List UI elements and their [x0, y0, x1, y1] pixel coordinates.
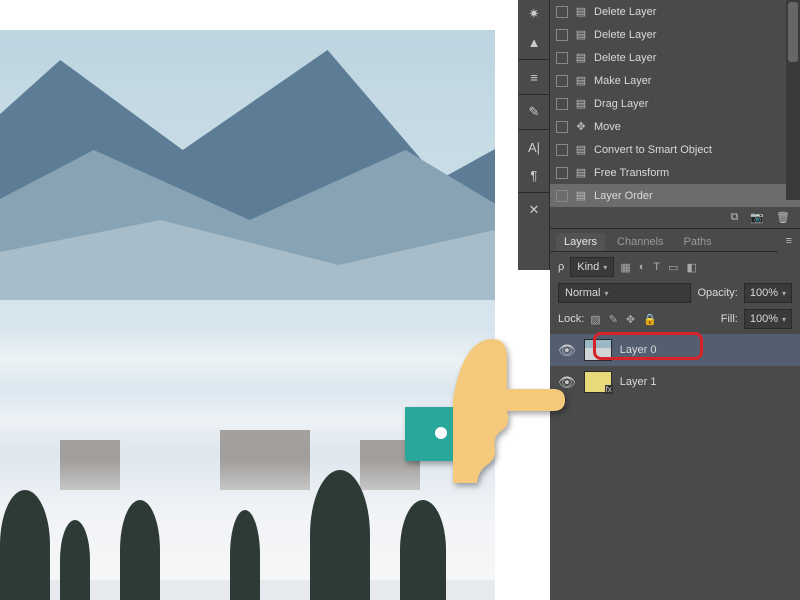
history-item-label: Make Layer — [594, 75, 794, 87]
lock-transparent-icon[interactable]: ▨ — [590, 313, 600, 326]
filter-smart-icon[interactable]: ◧ — [687, 261, 697, 274]
opacity-field[interactable]: 100%▾ — [744, 283, 792, 303]
history-item-label: Free Transform — [594, 167, 794, 179]
history-item-label: Move — [594, 121, 794, 133]
tool-icon[interactable]: ✕ — [518, 196, 550, 224]
document-canvas[interactable] — [0, 30, 495, 600]
lock-pixels-icon[interactable]: ✎ — [609, 313, 618, 326]
fill-label: Fill: — [721, 313, 738, 325]
history-toggle[interactable] — [556, 52, 568, 64]
history-toggle[interactable] — [556, 144, 568, 156]
history-item[interactable]: ▤ Free Transform — [550, 161, 800, 184]
new-doc-icon[interactable]: ⧉ — [730, 211, 738, 224]
layer-thumbnail[interactable] — [584, 371, 612, 393]
layer-icon: ▤ — [574, 28, 588, 42]
tool-icon[interactable]: ✷ — [518, 0, 550, 28]
history-toggle[interactable] — [556, 167, 568, 179]
tool-icon[interactable]: ¶ — [518, 161, 550, 189]
history-item[interactable]: ▤ Layer Order — [550, 184, 800, 207]
history-item-label: Delete Layer — [594, 29, 794, 41]
history-toggle[interactable] — [556, 190, 568, 202]
layer-name[interactable]: Layer 0 — [620, 344, 657, 356]
layer-thumbnail[interactable] — [584, 339, 612, 361]
filter-shape-icon[interactable]: ▭ — [668, 261, 678, 274]
layers-tabs: LayersChannels Paths — [550, 229, 778, 252]
panel-dock: ✷ ▲ ≡ ✎ A| ¶ ✕ — [518, 0, 550, 270]
history-item-label: Delete Layer — [594, 6, 794, 18]
history-item[interactable]: ▤ Drag Layer — [550, 92, 800, 115]
layer-icon: ▤ — [574, 143, 588, 157]
history-toggle[interactable] — [556, 121, 568, 133]
tool-icon[interactable]: A| — [518, 133, 550, 161]
history-item[interactable]: ▤ Make Layer — [550, 69, 800, 92]
layer-filter-kind[interactable]: Kind▾ — [570, 257, 614, 277]
opacity-label: Opacity: — [697, 287, 737, 299]
layer-icon: ▤ — [574, 51, 588, 65]
fill-field[interactable]: 100%▾ — [744, 309, 792, 329]
filter-type-icon[interactable]: T — [653, 261, 660, 274]
lock-position-icon[interactable]: ✥ — [626, 313, 635, 326]
filter-adjust-icon[interactable]: ◐ — [639, 261, 646, 274]
layer-row[interactable]: 👁 Layer 1 — [550, 366, 800, 398]
lock-all-icon[interactable]: 🔒 — [643, 313, 657, 326]
layer-name[interactable]: Layer 1 — [620, 376, 657, 388]
layer-icon: ▤ — [574, 5, 588, 19]
layers-panel: LayersChannelsPaths ≡ ρ Kind▾ ▦ ◐ T ▭ ◧ — [550, 229, 800, 398]
tab-layers[interactable]: Layers — [556, 233, 605, 251]
history-item-label: Delete Layer — [594, 52, 794, 64]
history-item[interactable]: ▤ Delete Layer — [550, 46, 800, 69]
move-icon: ✥ — [574, 120, 588, 134]
history-item[interactable]: ▤ Delete Layer — [550, 0, 800, 23]
visibility-eye-icon[interactable]: 👁 — [558, 374, 576, 391]
visibility-eye-icon[interactable]: 👁 — [558, 342, 576, 359]
layer-icon: ▤ — [574, 166, 588, 180]
filter-pixel-icon[interactable]: ▦ — [620, 261, 630, 274]
tool-icon[interactable]: ✎ — [518, 98, 550, 126]
lock-label: Lock: — [558, 313, 584, 325]
trash-icon[interactable]: 🗑 — [776, 211, 790, 224]
blend-mode-select[interactable]: Normal▾ — [558, 283, 691, 303]
layer-list: 👁 Layer 0 👁 Layer 1 — [550, 334, 800, 398]
panel-menu-icon[interactable]: ≡ — [778, 231, 800, 251]
tab-channels[interactable]: Channels — [609, 233, 671, 251]
history-panel: ▤Delete Layer▤Delete Layer▤Delete Layer▤… — [550, 0, 800, 229]
history-item-label: Drag Layer — [594, 98, 794, 110]
history-toggle[interactable] — [556, 75, 568, 87]
layer-icon: ▤ — [574, 97, 588, 111]
history-item[interactable]: ▤ Convert to Smart Object — [550, 138, 800, 161]
history-item[interactable]: ✥ Move — [550, 115, 800, 138]
history-item-label: Layer Order — [594, 190, 794, 202]
history-scrollbar[interactable] — [786, 0, 800, 200]
right-panels: ▤Delete Layer▤Delete Layer▤Delete Layer▤… — [550, 0, 800, 600]
layer-row[interactable]: 👁 Layer 0 — [550, 334, 800, 366]
tool-icon[interactable]: ▲ — [518, 28, 550, 56]
layer-icon: ▤ — [574, 189, 588, 203]
snapshot-icon[interactable]: 📷 — [750, 211, 764, 224]
history-item-label: Convert to Smart Object — [594, 144, 794, 156]
history-toggle[interactable] — [556, 98, 568, 110]
history-toggle[interactable] — [556, 29, 568, 41]
history-toggle[interactable] — [556, 6, 568, 18]
layer-icon: ▤ — [574, 74, 588, 88]
history-item[interactable]: ▤ Delete Layer — [550, 23, 800, 46]
tab-paths[interactable]: Paths — [676, 233, 720, 251]
tool-icon[interactable]: ≡ — [518, 63, 550, 91]
